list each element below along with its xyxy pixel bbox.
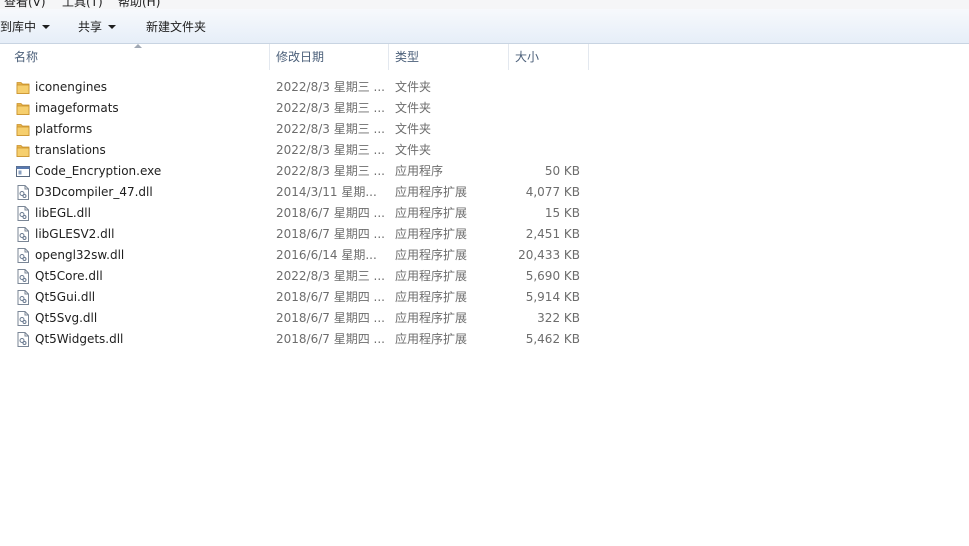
chevron-down-icon: [108, 25, 117, 29]
file-type: 应用程序扩展: [395, 290, 468, 304]
file-date: 2022/8/3 星期三 ...: [276, 143, 384, 157]
file-name: Code_Encryption.exe: [35, 164, 162, 178]
file-name: imageformats: [35, 101, 119, 115]
share-button[interactable]: 共享: [78, 18, 117, 36]
new-folder-button[interactable]: 新建文件夹: [146, 18, 206, 36]
file-type: 应用程序扩展: [395, 227, 468, 241]
file-name: platforms: [35, 122, 93, 136]
file-date: 2018/6/7 星期四 ...: [276, 290, 384, 304]
file-name: libGLESV2.dll: [35, 227, 115, 241]
file-date: 2022/8/3 星期三 ...: [276, 101, 384, 115]
column-size[interactable]: 大小: [509, 44, 589, 70]
folder-icon: [16, 143, 30, 158]
file-date: 2022/8/3 星期三 ...: [276, 269, 384, 283]
exe-icon: [16, 164, 30, 179]
file-row[interactable]: opengl32sw.dll 2016/6/14 星期... 应用程序扩展 20…: [0, 245, 969, 266]
file-date: 2018/6/7 星期四 ...: [276, 332, 384, 346]
file-name: Qt5Gui.dll: [35, 290, 96, 304]
dll-icon: [16, 206, 30, 221]
file-type: 应用程序扩展: [395, 311, 468, 325]
file-row[interactable]: Qt5Svg.dll 2018/6/7 星期四 ... 应用程序扩展 322 K…: [0, 308, 969, 329]
menu-bar: 查看(V) 工具(T) 帮助(H): [0, 0, 969, 9]
file-type: 应用程序扩展: [395, 332, 468, 346]
include-in-library-button[interactable]: 到库中: [0, 18, 51, 36]
menu-help[interactable]: 帮助(H): [118, 0, 160, 9]
file-date: 2018/6/7 星期四 ...: [276, 311, 384, 325]
file-row[interactable]: Qt5Gui.dll 2018/6/7 星期四 ... 应用程序扩展 5,914…: [0, 287, 969, 308]
column-type[interactable]: 类型: [389, 44, 509, 70]
file-date: 2018/6/7 星期四 ...: [276, 206, 384, 220]
file-name: Qt5Core.dll: [35, 269, 103, 283]
file-list: iconengines 2022/8/3 星期三 ... 文件夹 imagefo…: [0, 77, 969, 350]
chevron-down-icon: [42, 25, 51, 29]
file-size: 5,462 KB: [525, 332, 580, 346]
file-date: 2018/6/7 星期四 ...: [276, 227, 384, 241]
file-row[interactable]: platforms 2022/8/3 星期三 ... 文件夹: [0, 119, 969, 140]
dll-icon: [16, 332, 30, 347]
file-type: 文件夹: [395, 122, 432, 136]
file-type: 应用程序扩展: [395, 248, 468, 262]
file-type: 应用程序: [395, 164, 444, 178]
file-type: 应用程序扩展: [395, 269, 468, 283]
dll-icon: [16, 248, 30, 263]
file-size: 5,690 KB: [525, 269, 580, 283]
file-row[interactable]: Qt5Core.dll 2022/8/3 星期三 ... 应用程序扩展 5,69…: [0, 266, 969, 287]
dll-icon: [16, 185, 30, 200]
folder-icon: [16, 101, 30, 116]
dll-icon: [16, 311, 30, 326]
file-date: 2016/6/14 星期...: [276, 248, 377, 262]
file-size: 20,433 KB: [518, 248, 580, 262]
file-date: 2022/8/3 星期三 ...: [276, 80, 384, 94]
file-name: opengl32sw.dll: [35, 248, 125, 262]
column-date[interactable]: 修改日期: [270, 44, 389, 70]
file-type: 文件夹: [395, 80, 432, 94]
folder-icon: [16, 122, 30, 137]
file-row[interactable]: iconengines 2022/8/3 星期三 ... 文件夹: [0, 77, 969, 98]
file-row[interactable]: Code_Encryption.exe 2022/8/3 星期三 ... 应用程…: [0, 161, 969, 182]
toolbar: 到库中 共享 新建文件夹: [0, 9, 969, 44]
column-header: 名称 修改日期 类型 大小: [0, 44, 969, 70]
file-row[interactable]: libGLESV2.dll 2018/6/7 星期四 ... 应用程序扩展 2,…: [0, 224, 969, 245]
folder-icon: [16, 80, 30, 95]
file-size: 322 KB: [537, 311, 580, 325]
file-size: 5,914 KB: [525, 290, 580, 304]
file-row[interactable]: imageformats 2022/8/3 星期三 ... 文件夹: [0, 98, 969, 119]
file-name: Qt5Svg.dll: [35, 311, 98, 325]
file-date: 2022/8/3 星期三 ...: [276, 122, 384, 136]
file-size: 2,451 KB: [525, 227, 580, 241]
dll-icon: [16, 227, 30, 242]
menu-view[interactable]: 查看(V): [4, 0, 46, 9]
share-label: 共享: [78, 20, 103, 34]
file-size: 4,077 KB: [525, 185, 580, 199]
file-type: 文件夹: [395, 143, 432, 157]
file-size: 50 KB: [544, 164, 580, 178]
dll-icon: [16, 269, 30, 284]
file-date: 2022/8/3 星期三 ...: [276, 164, 384, 178]
column-name[interactable]: 名称: [8, 44, 270, 70]
file-type: 文件夹: [395, 101, 432, 115]
file-type: 应用程序扩展: [395, 185, 468, 199]
file-row[interactable]: D3Dcompiler_47.dll 2014/3/11 星期... 应用程序扩…: [0, 182, 969, 203]
menu-tools[interactable]: 工具(T): [62, 0, 103, 9]
include-in-library-label: 到库中: [0, 20, 37, 34]
dll-icon: [16, 290, 30, 305]
file-row[interactable]: libEGL.dll 2018/6/7 星期四 ... 应用程序扩展 15 KB: [0, 203, 969, 224]
file-name: Qt5Widgets.dll: [35, 332, 124, 346]
file-row[interactable]: translations 2022/8/3 星期三 ... 文件夹: [0, 140, 969, 161]
file-type: 应用程序扩展: [395, 206, 468, 220]
file-row[interactable]: Qt5Widgets.dll 2018/6/7 星期四 ... 应用程序扩展 5…: [0, 329, 969, 350]
file-name: D3Dcompiler_47.dll: [35, 185, 153, 199]
file-name: libEGL.dll: [35, 206, 91, 220]
file-size: 15 KB: [544, 206, 580, 220]
file-name: iconengines: [35, 80, 108, 94]
file-name: translations: [35, 143, 106, 157]
file-date: 2014/3/11 星期...: [276, 185, 377, 199]
